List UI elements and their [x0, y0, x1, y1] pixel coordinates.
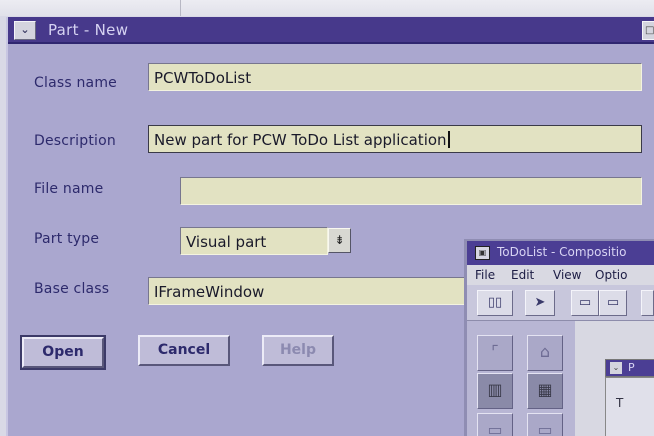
- class-name-label: Class name: [34, 75, 117, 91]
- system-menu-icon[interactable]: ⌄: [14, 21, 36, 40]
- description-value: New part for PCW ToDo List application: [154, 131, 447, 149]
- parts-palette: ⌜ ⌂ ▥ ▦ ▭ ▭: [467, 321, 575, 436]
- description-label: Description: [34, 133, 116, 149]
- pointer-icon[interactable]: ➤: [525, 290, 555, 316]
- maximize-icon[interactable]: □: [642, 21, 654, 40]
- menu-file[interactable]: File: [475, 268, 495, 282]
- dialog-title: Part - New: [48, 21, 129, 39]
- more-tool-icon[interactable]: [641, 290, 654, 316]
- divider: [180, 0, 181, 16]
- frame-window-part-text: T: [616, 396, 624, 410]
- system-menu-icon: ⌄: [610, 362, 622, 374]
- class-name-field[interactable]: PCWToDoList: [148, 63, 642, 91]
- frame-window-part[interactable]: T: [605, 377, 654, 436]
- palette-part-icon[interactable]: ▦: [527, 373, 563, 409]
- composition-editor-window: ▣ ToDoList - Compositio File Edit View O…: [464, 239, 654, 436]
- dialog-titlebar: ⌄ Part - New □: [8, 17, 654, 44]
- palette-part-icon[interactable]: ▭: [527, 413, 563, 436]
- palette-folder-icon[interactable]: ▭: [477, 413, 513, 436]
- menu-view[interactable]: View: [553, 268, 581, 282]
- frame-window-part-titlebar[interactable]: ⌄ P: [605, 359, 654, 377]
- window-icon[interactable]: ▣: [475, 246, 490, 260]
- menu-options[interactable]: Optio: [595, 268, 627, 282]
- window-tool-icon[interactable]: ▭: [571, 290, 599, 316]
- base-class-field[interactable]: IFrameWindow: [148, 277, 478, 305]
- part-type-label: Part type: [34, 231, 100, 247]
- menu-edit[interactable]: Edit: [511, 268, 534, 282]
- base-class-label: Base class: [34, 281, 110, 297]
- frame-tool-icon[interactable]: ▭: [599, 290, 627, 316]
- file-name-label: File name: [34, 181, 104, 197]
- chevron-down-icon[interactable]: ⇟: [328, 228, 351, 253]
- page-background-strip: [0, 0, 654, 16]
- text-caret: [447, 131, 450, 148]
- help-button[interactable]: Help: [262, 335, 334, 366]
- description-field[interactable]: New part for PCW ToDo List application: [148, 125, 642, 153]
- part-type-select[interactable]: Visual part: [180, 227, 328, 255]
- composition-title: ToDoList - Compositio: [497, 245, 627, 259]
- file-name-field[interactable]: [180, 177, 642, 205]
- palette-category-icon[interactable]: ⌜: [477, 335, 513, 371]
- composition-canvas[interactable]: ⌄ P T: [575, 321, 654, 436]
- composition-menubar: File Edit View Optio: [467, 265, 654, 285]
- open-button[interactable]: Open: [20, 335, 106, 370]
- composition-toolbar: ▯▯ ➤ ▭ ▭: [467, 285, 654, 321]
- palette-category-icon[interactable]: ⌂: [527, 335, 563, 371]
- composition-titlebar: ▣ ToDoList - Compositio: [467, 241, 654, 265]
- cancel-button[interactable]: Cancel: [138, 335, 230, 366]
- frame-window-part-title: P: [628, 361, 635, 374]
- palette-part-icon[interactable]: ▥: [477, 373, 513, 409]
- layout-tool-icon[interactable]: ▯▯: [477, 290, 513, 316]
